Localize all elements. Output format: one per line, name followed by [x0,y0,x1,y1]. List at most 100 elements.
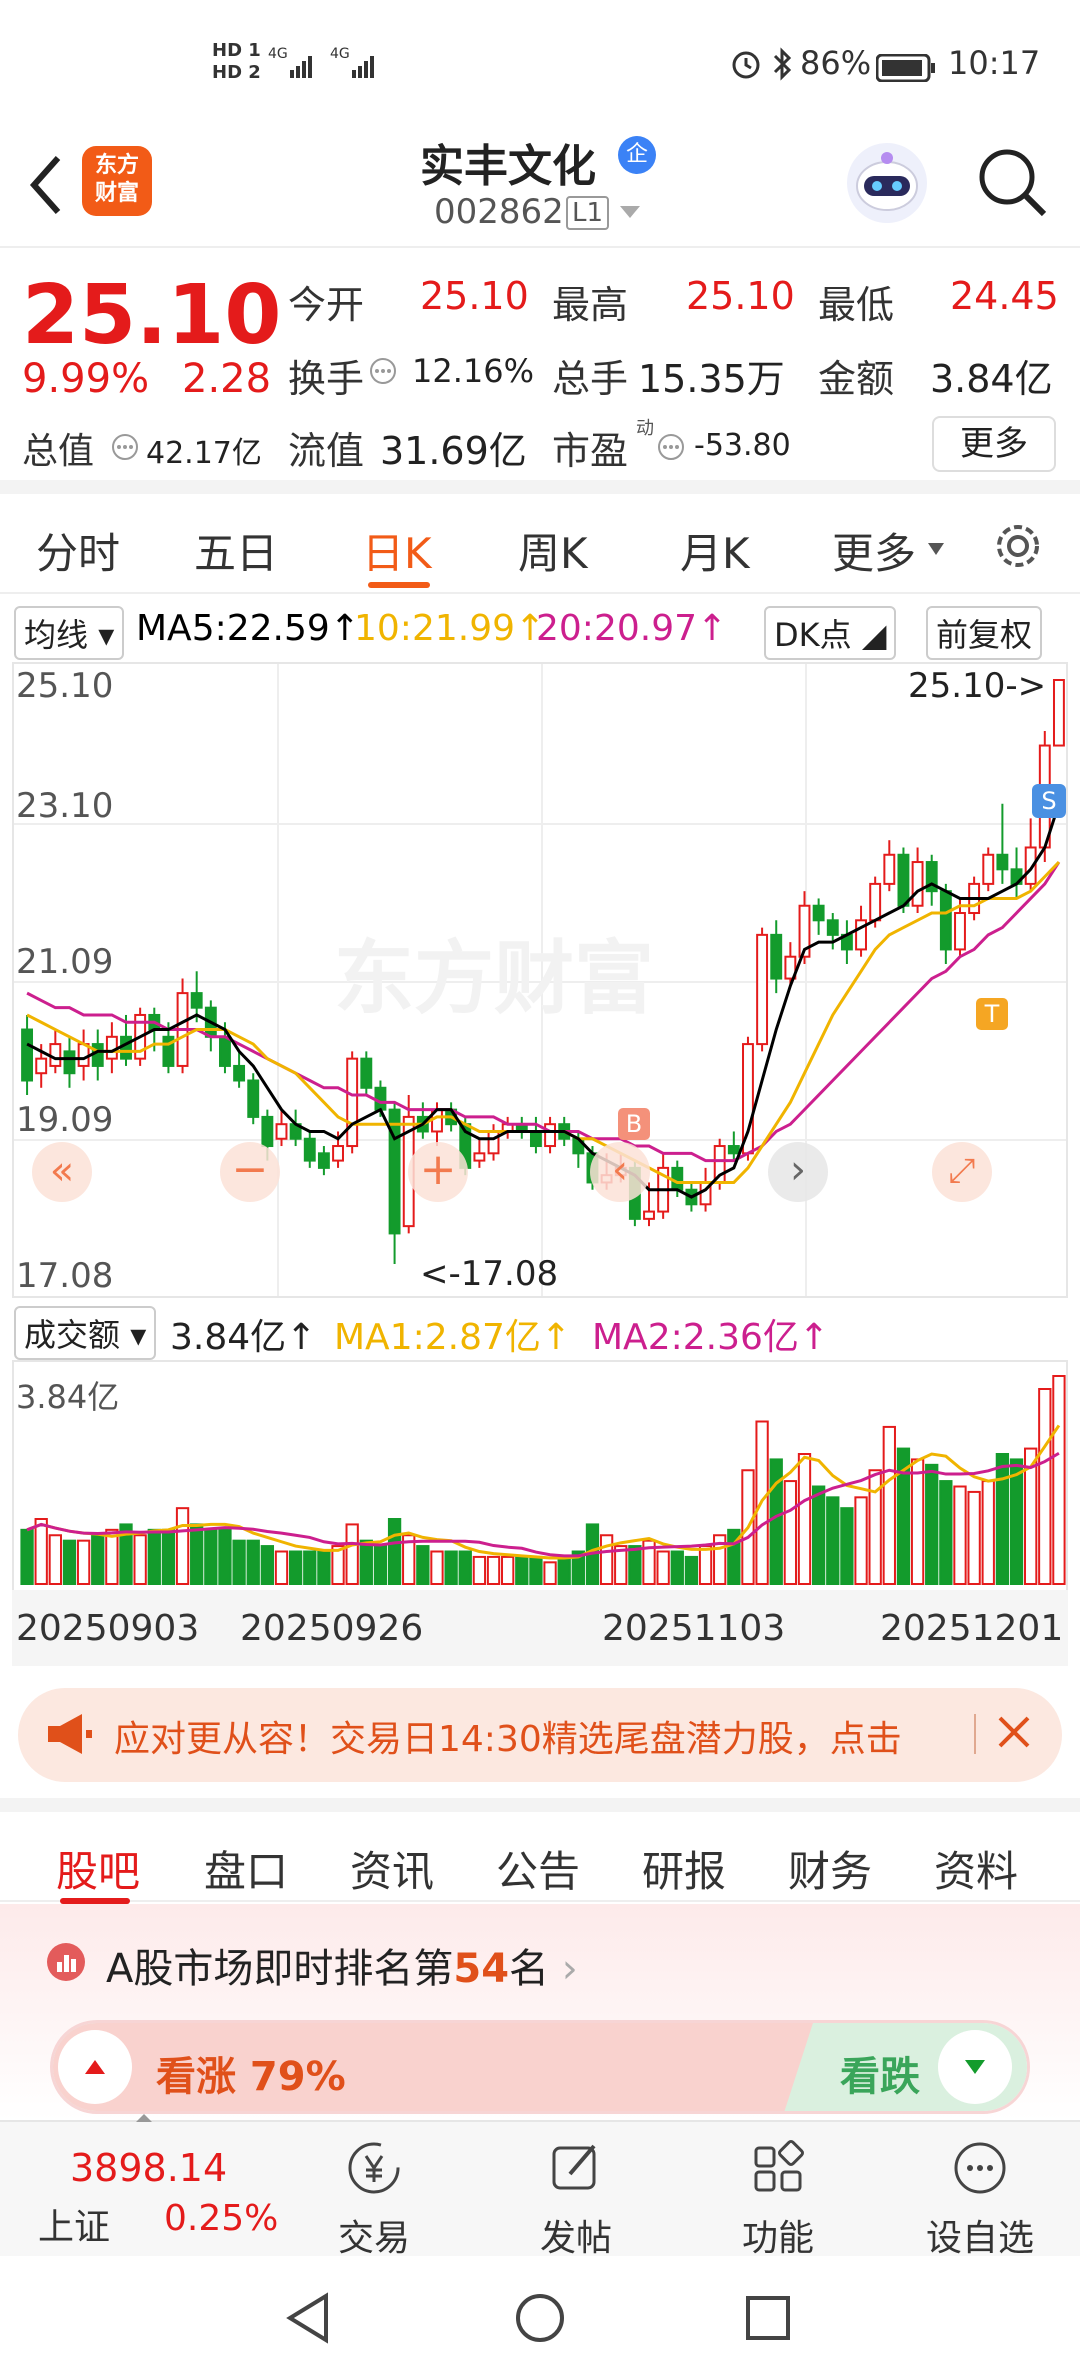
volume-bar [486,1555,501,1586]
volume-bar [826,1496,840,1585]
volume-bar [175,1507,190,1586]
nav-function[interactable]: 功能 [708,2122,848,2261]
nav-add-watchlist[interactable]: 设自选 [910,2122,1050,2261]
open-value: 25.10 [420,274,529,318]
low-value: 24.45 [950,274,1059,318]
gear-icon[interactable] [990,518,1046,578]
nav-trade[interactable]: 交易 [304,2122,444,2261]
volume-bar [995,1453,1010,1585]
tab-intraday[interactable]: 分时 [36,520,120,581]
volume-bar [670,1550,684,1585]
volume-bar [48,1534,62,1585]
recent-apps-icon[interactable] [744,2294,792,2346]
grid-icon [754,2140,804,2192]
tab-finance[interactable]: 财务 [788,1838,872,1899]
index-expand-icon[interactable] [136,2114,152,2122]
candle-body [473,1152,486,1162]
volume-bar [882,1425,896,1585]
tab-more[interactable]: 更多 [832,520,916,581]
back-button[interactable] [24,150,68,224]
chevron-down-icon[interactable] [618,204,642,224]
volume-select[interactable]: 成交额 ▾ [14,1306,157,1360]
more-quote-button[interactable]: 更多 [932,416,1056,472]
tab-profile[interactable]: 资料 [934,1838,1018,1899]
info-icon[interactable] [656,432,686,466]
volume-bar [840,1507,854,1586]
tab-research[interactable]: 研报 [642,1838,726,1899]
tab-pankou[interactable]: 盘口 [204,1838,288,1899]
back-triangle-icon[interactable] [282,2292,334,2348]
volume-bar [274,1550,289,1585]
system-nav-bar [0,2256,1080,2376]
volume-bar [1009,1458,1024,1585]
rank-number: 54 [453,1946,510,1992]
pe-label: 市盈 [552,429,629,473]
candle-body [120,1035,132,1060]
quote-panel: 25.10 9.99% 2.28 总值 42.17亿 今开 25.10 最高 2… [0,250,1080,494]
date-label-1: 20250903 [16,1608,200,1649]
market-cap-label: 总值 [22,431,95,472]
adjust-select[interactable]: 前复权 [926,606,1043,660]
index-name[interactable]: 上证 [38,2198,110,2250]
candle-body [897,853,910,907]
nav-post[interactable]: 发帖 [506,2122,646,2261]
candle-body [317,1152,330,1169]
volume-bar [557,1555,571,1586]
candle-body [939,890,952,951]
home-circle-icon[interactable] [514,2292,566,2348]
tab-five-day[interactable]: 五日 [194,520,278,581]
volume-bar [515,1555,529,1586]
info-icon[interactable] [368,356,398,390]
pe-value: -53.80 [694,428,791,463]
fullscreen-icon[interactable]: ⤢ [932,1142,992,1202]
zoom-out-button[interactable]: − [220,1142,280,1202]
promo-banner[interactable]: 应对更从容！交易日14:30精选尾盘潜力股，点击 [18,1688,1062,1782]
enterprise-badge: 企 [618,136,656,174]
volume-bar [62,1539,77,1586]
app-logo[interactable]: 东方 财富 [82,146,152,216]
scroll-right-button[interactable]: › [768,1142,828,1202]
volume-bar [698,1545,713,1585]
volume-bar [359,1539,373,1586]
tab-guba[interactable]: 股吧 [56,1838,140,1899]
candle-body [261,1115,274,1148]
ma5-value: MA5:22.59↑ [136,608,360,649]
candlestick-chart[interactable]: 东方财富 25.10 23.10 21.09 19.09 17.08 25.10… [12,662,1068,1298]
bullish-button[interactable] [58,2030,132,2104]
volume-bar [501,1555,515,1586]
tab-monthly-k[interactable]: 月K [680,520,750,581]
buy-marker[interactable]: B [618,1108,650,1140]
t-marker[interactable]: T [976,998,1008,1030]
tab-daily-k[interactable]: 日K [362,520,432,581]
pe-dynamic-label: 动 [636,418,654,439]
battery-icon [875,52,936,90]
search-icon[interactable] [974,144,1050,224]
index-change[interactable]: 0.25% [164,2198,278,2239]
level-badge[interactable]: L1 [566,196,610,230]
volume-bar [246,1539,260,1586]
scroll-left-fast-button[interactable]: « [32,1142,92,1202]
info-icon[interactable] [110,432,140,466]
scroll-left-button[interactable]: ‹ [590,1142,650,1202]
bearish-button[interactable] [938,2030,1012,2104]
tab-announcements[interactable]: 公告 [496,1838,580,1899]
rank-text[interactable]: A股市场即时排名第54名 › [106,1936,578,1994]
candle-body [1052,679,1065,747]
candle-body [812,904,825,922]
ma-select[interactable]: 均线 ▾ [14,606,125,660]
volume-chart[interactable]: 3.84亿 [12,1360,1068,1590]
index-value[interactable]: 3898.14 [70,2146,227,2190]
zoom-in-button[interactable]: + [408,1142,468,1202]
ma10-value: 10:21.99↑ [354,608,546,649]
tab-weekly-k[interactable]: 周K [518,520,588,581]
tab-news[interactable]: 资讯 [350,1838,434,1899]
sell-marker[interactable]: S [1032,784,1066,818]
more-dots-icon [954,2142,1006,2194]
volume-bar [20,1528,34,1585]
robot-assistant-icon[interactable] [842,138,932,232]
battery-percent: 86% [800,44,872,82]
clock: 10:17 [948,44,1041,82]
close-icon[interactable] [992,1710,1036,1763]
volume-bar [981,1480,995,1585]
dk-point-select[interactable]: DK点 ◢ [764,606,897,660]
